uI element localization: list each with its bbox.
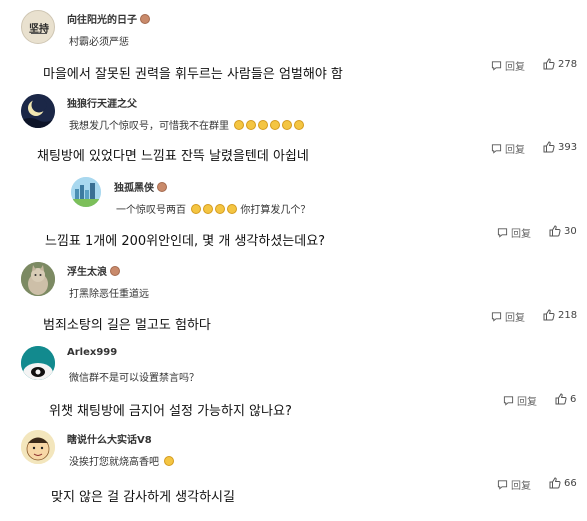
like-button[interactable]: 30 <box>549 225 577 237</box>
like-count: 393 <box>558 141 578 153</box>
reply-button[interactable]: 回复 <box>503 393 537 408</box>
emoji-icon <box>258 120 269 130</box>
translation-text: 위챗 채팅방에 금지어 설정 가능하지 않나요? <box>49 404 292 419</box>
reply-icon <box>497 228 508 238</box>
reply-label: 回复 <box>505 62 525 73</box>
emoji-icon <box>246 120 257 130</box>
reply-label: 回复 <box>511 229 531 240</box>
username-text: 独狼行天涯之父 <box>67 99 137 110</box>
emoji-icon <box>164 456 175 466</box>
translation-text: 채팅방에 있었다면 느낌표 잔뜩 날렸을텐데 아쉽네 <box>37 149 309 164</box>
avatar[interactable] <box>21 94 55 128</box>
translation-text: 느낌표 1개에 200위안인데, 몇 개 생각하셨는데요? <box>45 234 326 249</box>
comment-text: 村霸必须严惩 <box>69 37 129 48</box>
emoji-icon <box>215 204 226 214</box>
avatar[interactable] <box>21 346 55 380</box>
thumbs-up-icon <box>555 393 567 405</box>
cartoon-face-icon <box>21 430 55 464</box>
reply-button[interactable]: 回复 <box>497 477 531 492</box>
username[interactable]: 独孤黑侠 <box>114 179 167 194</box>
username-text: 浮生太浪 <box>67 267 107 278</box>
reply-label: 回复 <box>511 481 531 492</box>
avatar[interactable] <box>21 430 55 464</box>
emoji-icon <box>191 204 202 214</box>
like-count: 278 <box>558 58 578 70</box>
comment-text: 我想发几个惊叹号，可惜我不在群里 <box>69 117 305 132</box>
username-text: 独孤黑侠 <box>114 183 154 194</box>
reply-label: 回复 <box>517 397 537 408</box>
reply-button[interactable]: 回复 <box>491 141 525 156</box>
reply-icon <box>491 61 502 71</box>
emoji-icon <box>270 120 281 130</box>
reply-button[interactable]: 回复 <box>497 225 531 240</box>
user-badge-icon <box>140 14 150 24</box>
comment-body: 没挨打您就烧高香吧 <box>69 457 159 468</box>
comment-body: 我想发几个惊叹号，可惜我不在群里 <box>69 121 229 132</box>
comment-body-tail: 你打算发几个？ <box>240 205 311 216</box>
emoji-icon <box>227 204 238 214</box>
avatar[interactable]: 坚持 <box>21 10 55 44</box>
emoji-icon <box>203 204 214 214</box>
avatar[interactable] <box>71 177 101 207</box>
emoji-icon <box>234 120 245 130</box>
thumbs-up-icon <box>549 477 561 489</box>
city-skyline-icon <box>71 177 101 207</box>
like-button[interactable]: 6 <box>555 393 576 405</box>
reply-icon <box>497 480 508 490</box>
panda-icon <box>21 346 55 380</box>
username[interactable]: 浮生太浪 <box>67 263 120 278</box>
like-button[interactable]: 278 <box>543 58 577 70</box>
like-button[interactable]: 218 <box>543 309 577 321</box>
emoji-icon <box>282 120 293 130</box>
translation-text: 범죄소탕의 길은 멀고도 험하다 <box>43 318 211 333</box>
comment-text: 打黑除恶任重道远 <box>69 289 149 300</box>
like-count: 66 <box>564 477 577 489</box>
translation-text: 마을에서 잘못된 권력을 휘두르는 사람들은 엄벌해야 함 <box>43 67 343 82</box>
reply-label: 回复 <box>505 313 525 324</box>
like-button[interactable]: 393 <box>543 141 577 153</box>
user-badge-icon <box>110 266 120 276</box>
moon-icon <box>21 94 55 128</box>
comment-text: 微信群不是可以设置禁言吗？ <box>69 373 199 384</box>
thumbs-up-icon <box>543 309 555 321</box>
like-count: 30 <box>564 225 577 237</box>
avatar[interactable] <box>21 262 55 296</box>
username[interactable]: 瞎说什么大实话V8 <box>67 431 152 446</box>
reply-button[interactable]: 回复 <box>491 58 525 73</box>
reply-label: 回复 <box>505 145 525 156</box>
thumbs-up-icon <box>549 225 561 237</box>
like-count: 218 <box>558 309 578 321</box>
reply-icon <box>503 396 514 406</box>
reply-icon <box>491 144 502 154</box>
username-text: 向往阳光的日子 <box>67 15 137 26</box>
cat-photo-icon <box>21 262 55 296</box>
like-count: 6 <box>570 393 577 405</box>
reply-button[interactable]: 回复 <box>491 309 525 324</box>
username-text: 瞎说什么大实话V8 <box>67 435 152 446</box>
translation-text: 맞지 않은 걸 감사하게 생각하시길 <box>51 490 235 505</box>
username[interactable]: Arlex999 <box>67 347 117 358</box>
user-badge-icon <box>157 182 167 192</box>
like-button[interactable]: 66 <box>549 477 577 489</box>
username[interactable]: 独狼行天涯之父 <box>67 95 137 110</box>
reply-icon <box>491 312 502 322</box>
comment-text: 没挨打您就烧高香吧 <box>69 453 175 468</box>
thumbs-up-icon <box>543 58 555 70</box>
emoji-icon <box>294 120 305 130</box>
username[interactable]: 向往阳光的日子 <box>67 11 150 26</box>
comment-text: 一个惊叹号两百 你打算发几个？ <box>116 201 310 216</box>
username-text: Arlex999 <box>67 347 118 358</box>
thumbs-up-icon <box>543 141 555 153</box>
comment-body: 一个惊叹号两百 <box>116 205 186 216</box>
